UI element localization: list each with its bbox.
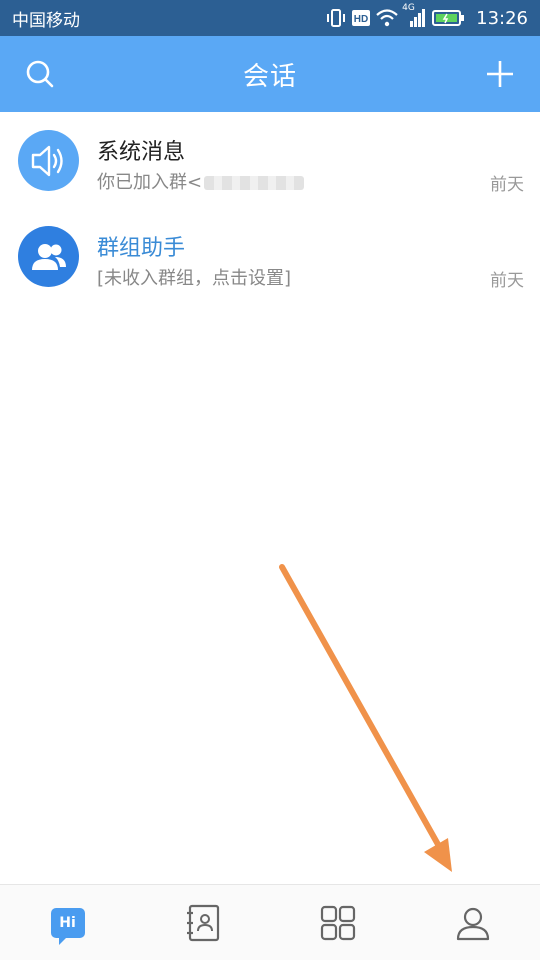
status-bar: 中国移动 HD 4G 13:26 <box>0 0 540 36</box>
conversation-title: 群组助手 <box>97 236 186 261</box>
preview-text: 你已加入群< <box>97 172 203 193</box>
add-button[interactable] <box>482 56 518 92</box>
plus-icon <box>487 61 513 87</box>
chat-hi-icon: Hi <box>50 907 85 945</box>
conversation-preview: 你已加入群< <box>97 168 305 194</box>
tab-chat[interactable]: Hi <box>0 885 135 960</box>
conversation-time: 前天 <box>490 271 524 291</box>
conversation-item-group-assistant[interactable]: 群组助手 [未收入群组，点击设置] 前天 <box>0 208 540 304</box>
conversation-list: 系统消息 你已加入群< 前天 群组助手 [未收入群组，点击设置] 前天 <box>0 112 540 304</box>
group-icon <box>31 243 66 270</box>
avatar <box>18 226 79 287</box>
apps-grid-icon <box>320 905 355 940</box>
search-icon <box>26 60 54 88</box>
conversation-item-system[interactable]: 系统消息 你已加入群< 前天 <box>0 112 540 208</box>
conversation-time: 前天 <box>490 175 524 195</box>
tab-contacts[interactable] <box>135 885 270 960</box>
network-type-label: 4G <box>402 3 415 13</box>
tab-apps[interactable] <box>270 885 405 960</box>
tab-chat-label: Hi <box>59 914 76 931</box>
contacts-icon <box>186 904 219 941</box>
conversation-preview: [未收入群组，点击设置] <box>97 268 292 289</box>
vibrate-icon <box>326 9 346 27</box>
search-button[interactable] <box>22 56 58 92</box>
carrier-label: 中国移动 <box>12 10 80 31</box>
signal-icon: 4G <box>402 3 426 27</box>
conversation-title: 系统消息 <box>97 140 186 165</box>
svg-text:HD: HD <box>354 14 368 25</box>
battery-icon <box>432 9 465 27</box>
page-title: 会话 <box>242 61 297 92</box>
status-icons: HD 4G 13:26 <box>326 3 528 29</box>
bottom-tab-bar: Hi <box>0 884 540 960</box>
speaker-icon <box>31 145 63 176</box>
hd-icon: HD <box>352 10 371 26</box>
app-screen: 中国移动 HD 4G 13:26 会话 系统消息 你已加入群< 前天 群组助手 … <box>0 0 540 960</box>
redacted-text <box>204 176 305 190</box>
profile-icon <box>456 907 489 940</box>
avatar <box>18 130 79 191</box>
clock-time: 13:26 <box>476 7 528 29</box>
app-header: 会话 <box>0 36 540 112</box>
tab-profile[interactable] <box>405 885 540 960</box>
wifi-icon <box>376 9 398 27</box>
